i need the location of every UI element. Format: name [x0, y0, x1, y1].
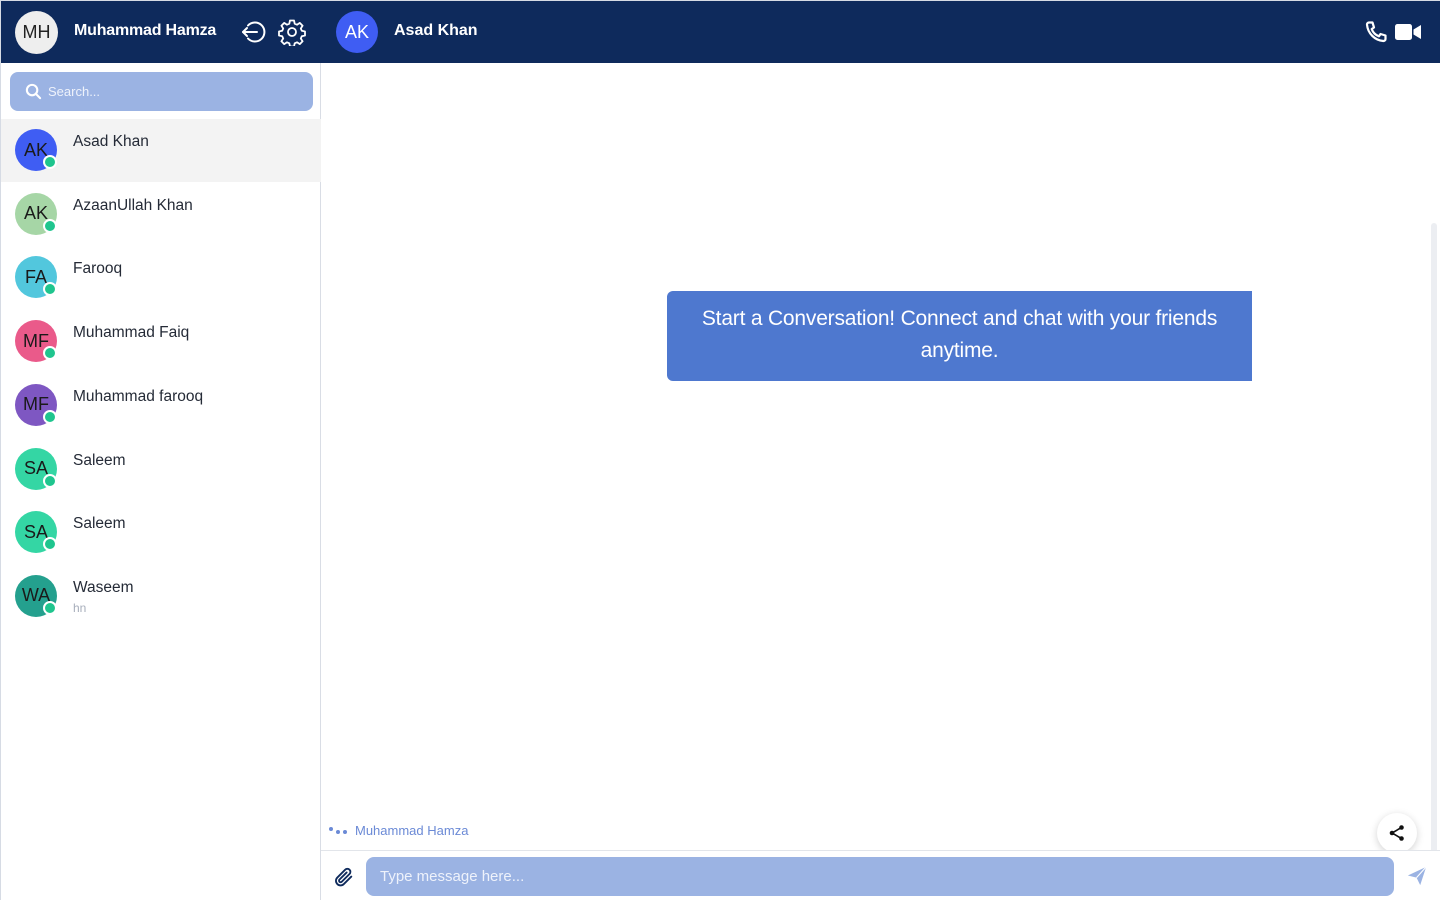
- online-status-badge: [43, 409, 57, 424]
- online-status-badge: [43, 473, 57, 488]
- typing-dots-icon: [329, 825, 349, 837]
- sidebar-header: MH Muhammad Hamza: [1, 1, 321, 63]
- contact-name: Asad Khan: [73, 133, 149, 150]
- online-status-badge: [43, 218, 57, 233]
- chat-app: MH Muhammad Hamza AKAsad KhanAKAzaanUlla…: [0, 0, 1440, 900]
- paperclip-icon[interactable]: [333, 866, 355, 888]
- online-status-badge: [43, 600, 57, 615]
- current-user-name: Muhammad Hamza: [74, 22, 217, 39]
- contact-item[interactable]: SA Saleem: [1, 438, 321, 501]
- logout-icon[interactable]: [239, 18, 267, 46]
- contact-name: Muhammad farooq: [73, 387, 204, 405]
- contact-item[interactable]: SA Saleem: [1, 501, 321, 564]
- peer-avatar[interactable]: AK: [336, 11, 378, 53]
- contact-item[interactable]: WA Waseem hn: [1, 565, 321, 628]
- contact-item[interactable]: MF Muhammad farooq: [1, 374, 321, 437]
- contact-name: AzaanUllah Khan: [73, 196, 193, 214]
- contact-name: Farooq: [73, 260, 123, 278]
- send-icon[interactable]: [1406, 865, 1428, 887]
- sidebar: MH Muhammad Hamza AKAsad KhanAKAzaanUlla…: [1, 1, 321, 900]
- contact-item[interactable]: AK Asad Khan: [1, 119, 321, 182]
- online-status-badge: [43, 537, 57, 552]
- message-composer: [321, 850, 1440, 900]
- search-input[interactable]: [48, 72, 308, 111]
- chat-header: AK Asad Khan: [321, 1, 1440, 63]
- online-status-badge: [43, 155, 57, 169]
- message-input[interactable]: [366, 857, 1394, 896]
- contact-item[interactable]: MF Muhammad Faiq: [1, 310, 321, 373]
- contact-name: Saleem: [73, 451, 126, 469]
- contact-last-message: hn: [73, 600, 87, 615]
- share-button[interactable]: [1377, 813, 1417, 853]
- typing-user-name: Muhammad Hamza: [355, 823, 469, 838]
- message-area[interactable]: Start a Conversation! Connect and chat w…: [321, 63, 1440, 853]
- share-icon: [1389, 825, 1404, 841]
- contact-name: Muhammad Faiq: [73, 324, 190, 342]
- scrollbar[interactable]: [1431, 223, 1437, 853]
- contact-item[interactable]: FA Farooq: [1, 246, 321, 309]
- contact-item[interactable]: AK AzaanUllah Khan: [1, 183, 321, 246]
- video-camera-icon[interactable]: [1395, 21, 1421, 43]
- contact-name: Saleem: [73, 515, 126, 533]
- search-icon: [25, 83, 42, 100]
- search-box: [10, 72, 313, 111]
- chat-panel: AK Asad Khan Start a Conversation! Conne…: [321, 1, 1440, 900]
- welcome-message: Start a Conversation! Connect and chat w…: [667, 291, 1252, 381]
- contact-name: Waseem: [73, 578, 134, 596]
- phone-icon[interactable]: [1364, 20, 1388, 44]
- online-status-badge: [43, 282, 57, 297]
- online-status-badge: [43, 346, 57, 361]
- current-user-avatar[interactable]: MH: [15, 11, 58, 54]
- typing-indicator: Muhammad Hamza: [329, 823, 468, 838]
- peer-name: Asad Khan: [394, 22, 478, 39]
- settings-icon[interactable]: [278, 18, 306, 46]
